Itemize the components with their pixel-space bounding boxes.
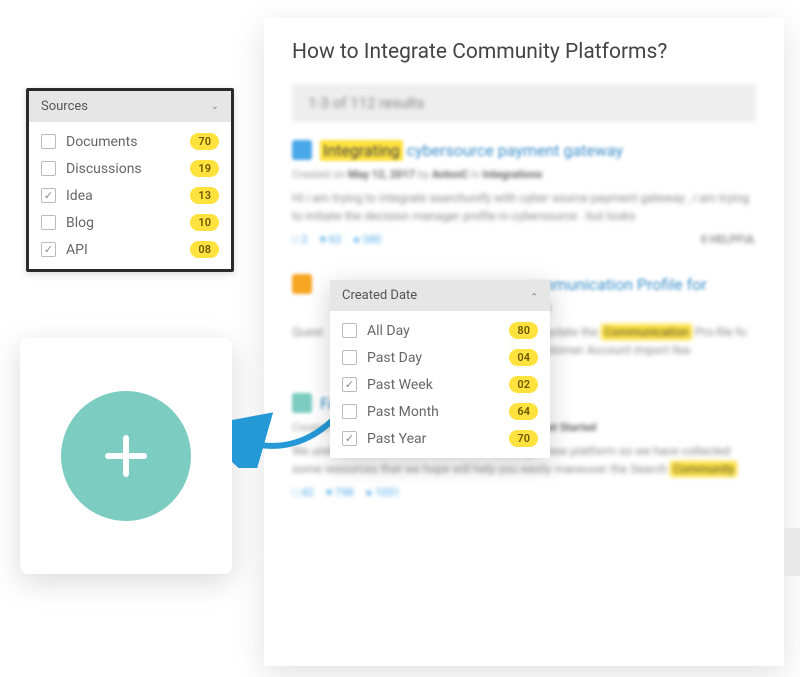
checkbox-icon <box>342 350 357 365</box>
date-option-past-month[interactable]: Past Month 64 <box>330 398 550 425</box>
book-icon <box>292 274 312 294</box>
facet-count-badge: 13 <box>190 187 219 204</box>
facet-label: Past Month <box>367 404 509 420</box>
chevron-up-icon: ⌄ <box>530 290 538 301</box>
date-option-all-day[interactable]: All Day 80 <box>330 317 550 344</box>
date-option-past-year[interactable]: Past Year 70 <box>330 425 550 452</box>
facet-count-badge: 08 <box>190 241 219 258</box>
sources-option-discussions[interactable]: Discussions 19 <box>29 155 231 182</box>
add-filter-card <box>20 338 232 574</box>
edge-decoration <box>784 528 800 576</box>
facet-label: Past Week <box>367 377 509 393</box>
created-date-header-label: Created Date <box>342 288 417 303</box>
result-title: ommunication Profile for <box>530 275 707 294</box>
created-date-list: All Day 80 Past Day 04 Past Week 02 Past… <box>330 311 550 458</box>
sources-option-idea[interactable]: Idea 13 <box>29 182 231 209</box>
sources-option-blog[interactable]: Blog 10 <box>29 209 231 236</box>
checkbox-checked-icon <box>41 188 56 203</box>
sources-facet-panel: Sources ⌄ Documents 70 Discussions 19 Id… <box>26 88 234 272</box>
facet-count-badge: 70 <box>509 430 538 447</box>
result-snippet: Hi i am trying to integrate searchunify … <box>292 189 756 225</box>
facet-count-badge: 02 <box>509 376 538 393</box>
stat-views: ● 340 <box>353 233 381 246</box>
stat-comments: □ 2 <box>292 233 308 246</box>
facet-label: Discussions <box>66 161 190 177</box>
facet-label: All Day <box>367 323 509 339</box>
add-button[interactable] <box>61 391 191 521</box>
facet-count-badge: 80 <box>509 322 538 339</box>
date-option-past-week[interactable]: Past Week 02 <box>330 371 550 398</box>
helpful-label: 0 HELPFUL <box>701 233 756 246</box>
facet-count-badge: 04 <box>509 349 538 366</box>
facet-count-badge: 19 <box>190 160 219 177</box>
facet-count-badge: 10 <box>190 214 219 231</box>
stat-likes: ♥ 63 <box>320 233 342 246</box>
facet-count-badge: 64 <box>509 403 538 420</box>
date-option-past-day[interactable]: Past Day 04 <box>330 344 550 371</box>
created-date-header[interactable]: Created Date ⌄ <box>330 280 550 311</box>
created-date-facet-panel: Created Date ⌄ All Day 80 Past Day 04 Pa… <box>330 280 550 458</box>
facet-label: Blog <box>66 215 190 231</box>
lightbulb-icon <box>292 393 312 413</box>
checkbox-icon <box>342 323 357 338</box>
checkbox-checked-icon <box>342 431 357 446</box>
result-meta: Created on May 12, 2017 by AntonC in Int… <box>292 168 756 181</box>
result-stats: □ 2 ♥ 63 ● 340 0 HELPFUL <box>292 233 756 246</box>
checkbox-icon <box>342 404 357 419</box>
checkbox-checked-icon <box>342 377 357 392</box>
stat-views: ● 1051 <box>366 486 400 499</box>
result-stats: □ 42 ♥ 798 ● 1051 <box>292 486 756 499</box>
facet-count-badge: 70 <box>190 133 219 150</box>
plus-icon <box>98 428 154 484</box>
facet-label: Past Day <box>367 350 509 366</box>
facet-label: Idea <box>66 188 190 204</box>
highlight: Communication <box>601 324 692 340</box>
sources-header-label: Sources <box>41 99 88 114</box>
facet-label: Documents <box>66 134 190 150</box>
stat-likes: ♥ 798 <box>326 486 354 499</box>
highlight: Community <box>670 461 737 477</box>
sources-option-api[interactable]: API 08 <box>29 236 231 263</box>
result-item[interactable]: Integrating cybersource payment gateway … <box>292 140 756 246</box>
results-count: 1-3 of 112 results <box>292 84 756 122</box>
result-meta: tarted <box>522 302 756 315</box>
checkbox-icon <box>41 215 56 230</box>
checkbox-icon <box>41 134 56 149</box>
result-title: Integrating cybersource payment gateway <box>320 141 623 160</box>
chevron-down-icon: ⌄ <box>211 101 219 112</box>
highlight: Integrating <box>320 140 403 161</box>
checkbox-checked-icon <box>41 242 56 257</box>
chat-icon <box>292 140 312 160</box>
facet-label: API <box>66 242 190 258</box>
sources-list: Documents 70 Discussions 19 Idea 13 Blog… <box>29 122 231 269</box>
sources-option-documents[interactable]: Documents 70 <box>29 128 231 155</box>
stat-comments: □ 42 <box>292 486 314 499</box>
sources-header[interactable]: Sources ⌄ <box>29 91 231 122</box>
facet-label: Past Year <box>367 431 509 447</box>
checkbox-icon <box>41 161 56 176</box>
page-title: How to Integrate Community Platforms? <box>292 40 756 64</box>
